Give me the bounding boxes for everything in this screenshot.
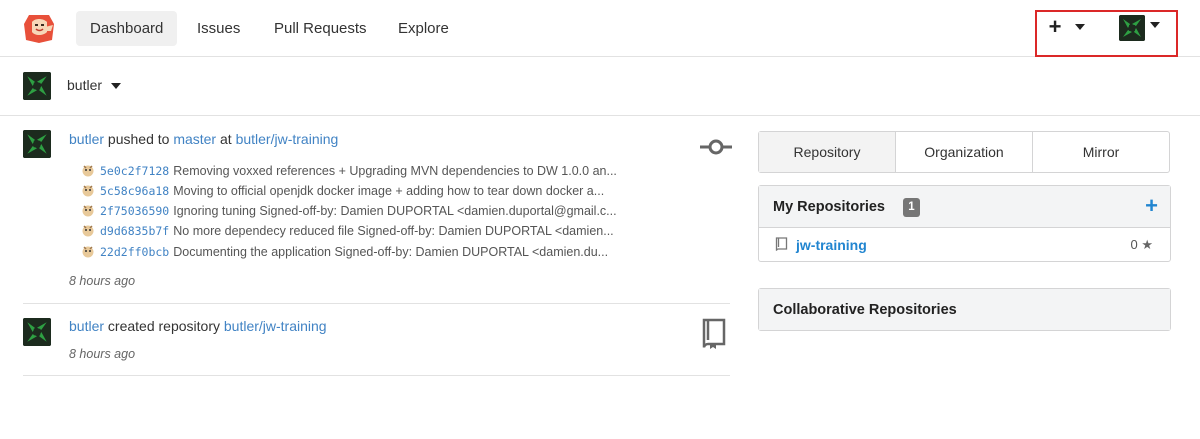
- commit-sha-link[interactable]: d9d6835b7f: [100, 224, 169, 238]
- repo-type-tabs: Repository Organization Mirror: [758, 131, 1170, 173]
- commit-message: Ignoring tuning Signed-off-by: Damien DU…: [173, 204, 617, 218]
- tab-organization[interactable]: Organization: [895, 132, 1032, 172]
- gogs-logo-icon[interactable]: [23, 13, 55, 43]
- commit-row: d9d6835b7f No more dependecy reduced file…: [81, 223, 661, 239]
- context-avatar[interactable]: [23, 72, 51, 100]
- gopher-icon: [82, 225, 94, 237]
- nav-issues[interactable]: Issues: [183, 11, 254, 46]
- repo-count-badge: 1: [903, 198, 920, 217]
- feed-at-text: at: [220, 131, 232, 147]
- commit-message: Documenting the application Signed-off-b…: [173, 245, 609, 259]
- feed-action-text: pushed to: [107, 131, 170, 147]
- commit-message: No more dependecy reduced file Signed-of…: [173, 224, 614, 238]
- commit-row: 2f75036590 Ignoring tuning Signed-off-by:…: [81, 203, 661, 219]
- repo-icon: [775, 237, 788, 251]
- create-new-icon[interactable]: +: [1047, 16, 1063, 38]
- feed-action-text: created repository: [107, 318, 220, 334]
- my-repositories-panel: My Repositories 1 + jw-training 0 ★: [758, 185, 1171, 262]
- feed-avatar[interactable]: [23, 318, 51, 346]
- commit-icon: [700, 139, 732, 155]
- repo-name-link[interactable]: jw-training: [796, 237, 867, 253]
- commit-row: 5e0c2f7128 Removing voxxed references + U…: [81, 163, 661, 179]
- commit-row: 22d2ff0bcb Documenting the application Si…: [81, 244, 661, 260]
- feed-push-headline: butler pushed to master at butler/jw-tra…: [69, 131, 338, 147]
- gopher-icon: [82, 205, 94, 217]
- feed-user-link[interactable]: butler: [69, 318, 104, 334]
- add-repository-icon[interactable]: +: [1145, 194, 1158, 218]
- commit-sha-link[interactable]: 2f75036590: [100, 204, 169, 218]
- user-avatar-icon[interactable]: [1119, 15, 1145, 41]
- nav-explore[interactable]: Explore: [384, 11, 463, 46]
- nav-pull-requests[interactable]: Pull Requests: [260, 11, 381, 46]
- context-switcher-bar: butler: [0, 57, 1200, 116]
- feed-divider: [23, 375, 730, 376]
- collaborative-repositories-title: Collaborative Repositories: [773, 302, 957, 318]
- commit-sha-link[interactable]: 5c58c96a18: [100, 184, 169, 198]
- star-count: 0: [1130, 237, 1138, 252]
- collaborative-repositories-panel: Collaborative Repositories: [758, 288, 1171, 331]
- star-icon: ★: [1141, 237, 1153, 252]
- feed-avatar[interactable]: [23, 130, 51, 158]
- feed-repo-link[interactable]: butler/jw-training: [236, 131, 339, 147]
- collaborative-repositories-header: Collaborative Repositories: [759, 289, 1170, 330]
- commit-message: Removing voxxed references + Upgrading M…: [173, 164, 617, 178]
- nav-dashboard[interactable]: Dashboard: [76, 11, 178, 46]
- commit-message: Moving to official openjdk docker image …: [173, 184, 605, 198]
- top-navbar: Dashboard Issues Pull Requests Explore +: [0, 0, 1200, 57]
- list-item[interactable]: jw-training 0 ★: [759, 228, 1170, 261]
- feed-create-headline: butler created repository butler/jw-trai…: [69, 318, 327, 334]
- context-chevron-down-icon[interactable]: [111, 83, 121, 89]
- feed-timestamp: 8 hours ago: [69, 347, 136, 361]
- feed-divider: [23, 303, 730, 304]
- feed-repo-link[interactable]: butler/jw-training: [224, 318, 327, 334]
- context-user-name[interactable]: butler: [67, 77, 102, 93]
- tab-repository[interactable]: Repository: [759, 132, 895, 172]
- gopher-icon: [82, 246, 94, 258]
- my-repositories-title: My Repositories: [773, 199, 885, 215]
- chevron-down-icon[interactable]: [1075, 24, 1085, 30]
- commit-sha-link[interactable]: 22d2ff0bcb: [100, 245, 169, 259]
- feed-user-link[interactable]: butler: [69, 131, 104, 147]
- repo-book-icon: [702, 318, 726, 349]
- user-menu-chevron-icon[interactable]: [1150, 22, 1160, 28]
- commit-row: 5c58c96a18 Moving to official openjdk doc…: [81, 183, 661, 199]
- feed-branch-link[interactable]: master: [173, 131, 216, 147]
- tab-mirror[interactable]: Mirror: [1032, 132, 1169, 172]
- commit-sha-link[interactable]: 5e0c2f7128: [100, 164, 169, 178]
- gopher-icon: [82, 165, 94, 177]
- repo-stars: 0 ★: [1130, 237, 1153, 253]
- gopher-icon: [82, 185, 94, 197]
- my-repositories-header: My Repositories 1 +: [759, 186, 1170, 228]
- feed-timestamp: 8 hours ago: [69, 274, 136, 288]
